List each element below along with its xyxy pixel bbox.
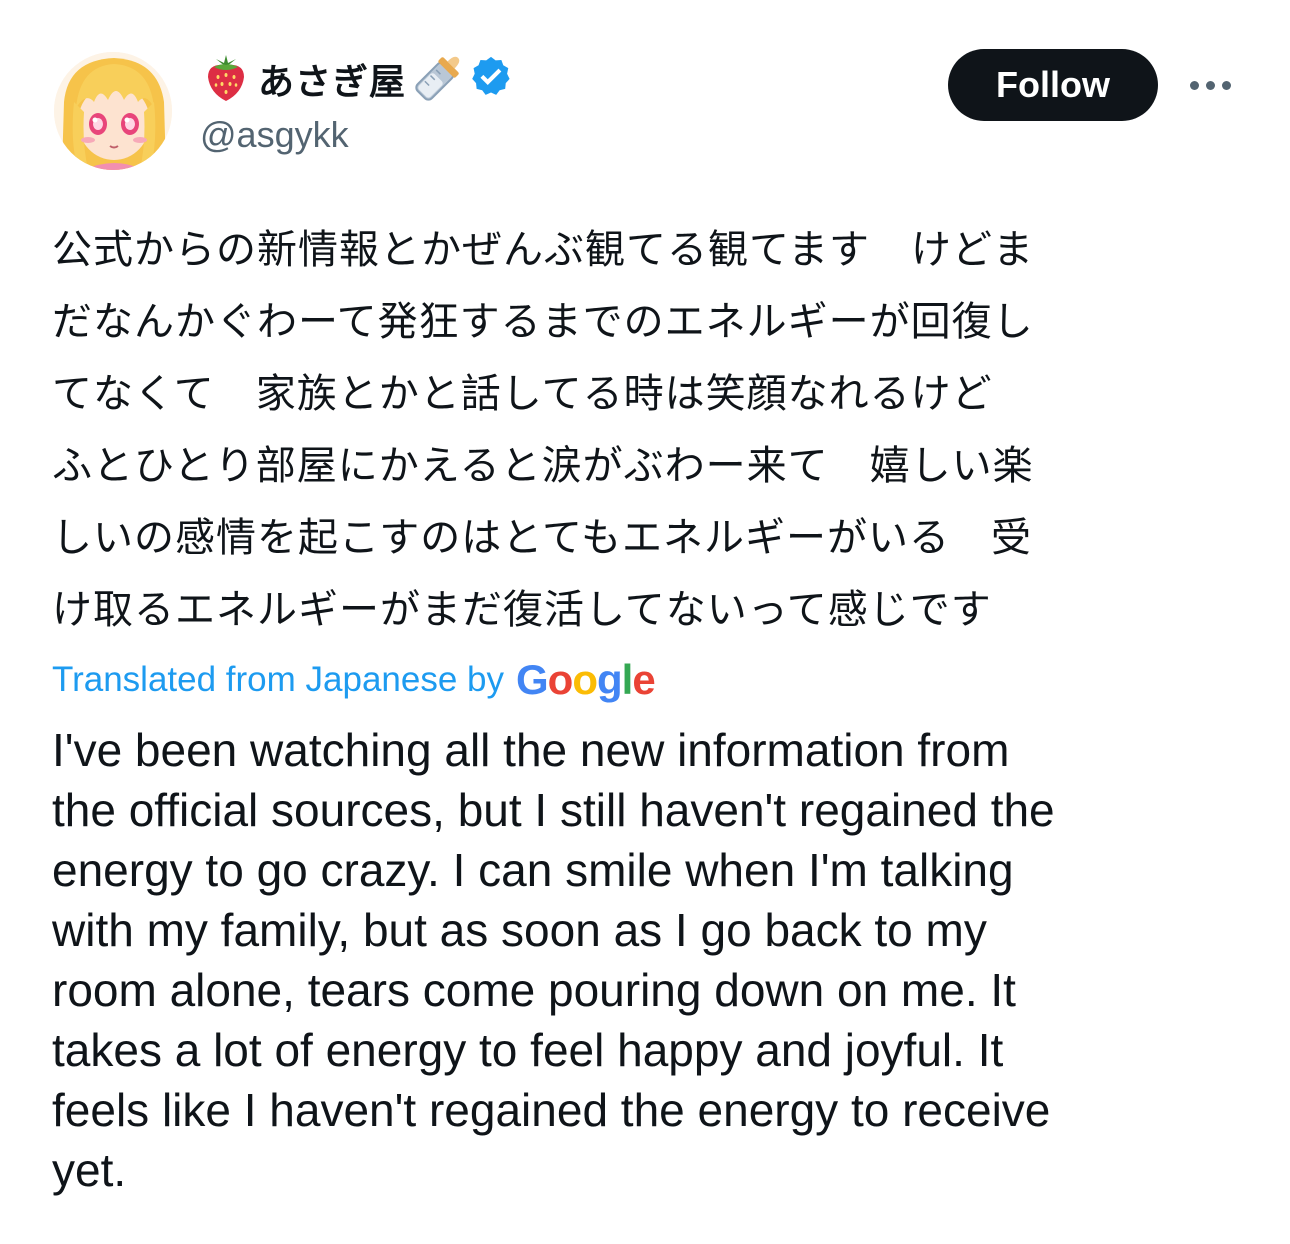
original-text-line: しいの感情を起こすのはとてもエネルギーがいる 受	[52, 515, 1032, 561]
google-letter: g	[596, 656, 623, 703]
translated-text-line: with my family, but as soon as I go back…	[52, 904, 987, 956]
translation-attribution: Translated from Japanese by Google	[52, 654, 656, 706]
translated-text-line: room alone, tears come pouring down on m…	[52, 964, 1016, 1016]
translated-text-line: I've been watching all the new informati…	[52, 724, 1010, 776]
google-logo: Google	[516, 656, 656, 704]
google-letter: l	[621, 656, 634, 703]
follow-button[interactable]: Follow	[948, 49, 1158, 121]
google-letter: e	[632, 656, 655, 703]
more-dot	[1205, 80, 1215, 90]
original-text-line: け取るエネルギーがまだ復活してないって感じです	[52, 587, 992, 633]
post-original-text: 公式からの新情報とかぜんぶ観てる観てます けどま だなんかぐわーて発狂するまでの…	[52, 214, 1212, 646]
verified-badge-icon[interactable]	[468, 54, 514, 104]
original-text-line: 公式からの新情報とかぜんぶ観てる観てます けどま	[52, 227, 1034, 273]
translated-text-line: feels like I haven't regained the energy…	[52, 1084, 1051, 1136]
more-dot	[1221, 80, 1231, 90]
post-translated-text: I've been watching all the new informati…	[52, 720, 1252, 1200]
translated-text-line: takes a lot of energy to feel happy and …	[52, 1024, 1004, 1076]
translation-toggle-link[interactable]: Translated from Japanese by	[52, 660, 504, 700]
translated-text-line: yet.	[52, 1144, 127, 1196]
google-letter: o	[572, 656, 598, 703]
translated-text-line: the official sources, but I still haven'…	[52, 784, 1055, 836]
more-options-icon[interactable]	[1183, 68, 1237, 102]
avatar[interactable]	[54, 52, 172, 170]
avatar-illustration	[54, 52, 172, 170]
author-handle[interactable]: @asgykk	[200, 114, 349, 156]
translated-text-line: energy to go crazy. I can smile when I'm…	[52, 844, 1014, 896]
tweet: あさぎ屋 @asgykk Follow 公式からの新情報とかぜんぶ観てる観てます…	[0, 0, 1290, 1244]
google-letter: G	[516, 656, 549, 703]
original-text-line: ふとひとり部屋にかえると涙がぶわー来て 嬉しい楽	[52, 443, 1034, 489]
author-display-name[interactable]: あさぎ屋	[258, 53, 406, 105]
original-text-line: だなんかぐわーて発狂するまでのエネルギーが回復し	[52, 299, 1034, 345]
baby-bottle-icon	[410, 48, 468, 110]
more-dot	[1189, 80, 1199, 90]
original-text-line: てなくて 家族とかと話してる時は笑顔なれるけど	[52, 371, 993, 417]
strawberry-icon	[200, 51, 252, 107]
author-name-row[interactable]: あさぎ屋	[200, 50, 514, 108]
google-letter: o	[547, 656, 574, 703]
